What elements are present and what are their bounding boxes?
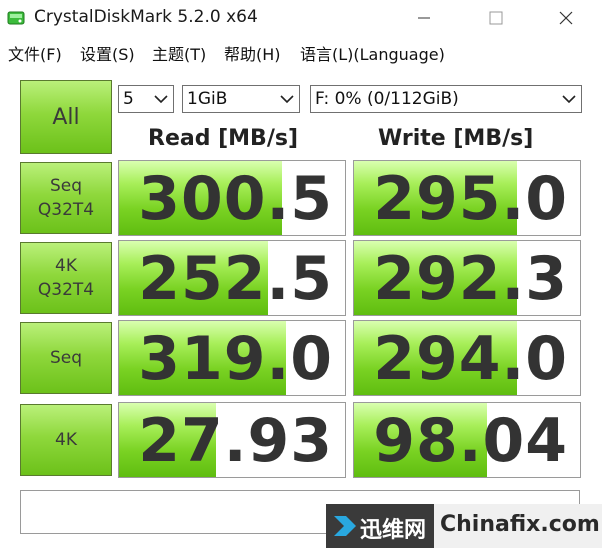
test-count-select[interactable]: 5: [118, 85, 174, 113]
write-column-header: Write [MB/s]: [378, 126, 534, 151]
row-label-line1: 4K: [55, 256, 77, 276]
watermark: 迅维网 Chinafix.com: [326, 504, 602, 548]
seq-read-cell: 319.0: [118, 320, 346, 396]
test-size-select[interactable]: 1GiB: [182, 85, 300, 113]
all-button-label: All: [52, 104, 80, 130]
all-button[interactable]: All: [20, 80, 112, 154]
chevron-down-icon: [154, 95, 168, 104]
row-label-line1: Seq: [49, 348, 83, 368]
app-disk-icon: [7, 11, 25, 25]
test-size-value: 1GiB: [187, 89, 228, 109]
menu-file[interactable]: 文件(F): [8, 41, 62, 65]
read-value: 27.93: [138, 406, 333, 476]
close-icon[interactable]: [556, 8, 576, 28]
window-title: CrystalDiskMark 5.2.0 x64: [34, 7, 258, 27]
row-label-line2: Q32T4: [37, 280, 95, 300]
4k-write-cell: 98.04: [353, 402, 581, 478]
menu-language[interactable]: 语言(L)(Language): [300, 41, 445, 65]
drive-value: F: 0% (0/112GiB): [315, 89, 459, 109]
seq-write-cell: 294.0: [353, 320, 581, 396]
maximize-icon[interactable]: [486, 8, 506, 28]
write-value: 98.04: [373, 406, 568, 476]
row-label-line1: Seq: [49, 176, 83, 196]
watermark-cn-text: 迅维网: [360, 518, 427, 543]
write-value: 292.3: [373, 244, 568, 314]
4k-q32t4-button[interactable]: 4K Q32T4: [20, 242, 112, 314]
4k-read-cell: 27.93: [118, 402, 346, 478]
4k-q32t4-write-cell: 292.3: [353, 240, 581, 316]
watermark-logo-block: 迅维网: [326, 504, 434, 548]
write-value: 294.0: [373, 324, 568, 394]
chevron-down-icon: [562, 95, 576, 104]
seq-q32t4-button[interactable]: Seq Q32T4: [20, 162, 112, 234]
menu-help[interactable]: 帮助(H): [224, 41, 281, 65]
chevron-down-icon: [280, 95, 294, 104]
4k-button[interactable]: 4K: [20, 404, 112, 476]
seq-button[interactable]: Seq: [20, 322, 112, 394]
row-label-line2: Q32T4: [37, 200, 95, 220]
title-bar: CrystalDiskMark 5.2.0 x64: [0, 0, 602, 36]
test-count-value: 5: [123, 89, 134, 109]
menu-theme[interactable]: 主题(T): [152, 41, 206, 65]
menu-bar: 文件(F) 设置(S) 主题(T) 帮助(H) 语言(L)(Language): [0, 38, 602, 66]
read-value: 300.5: [138, 164, 333, 234]
watermark-en-block: Chinafix.com: [434, 504, 602, 548]
arrow-logo-icon: [334, 516, 356, 536]
watermark-en-text: Chinafix.com: [440, 512, 600, 537]
write-value: 295.0: [373, 164, 568, 234]
crystaldiskmark-window: CrystalDiskMark 5.2.0 x64 文件(F) 设置(S) 主题…: [0, 0, 602, 548]
4k-q32t4-read-cell: 252.5: [118, 240, 346, 316]
seq-q32t4-read-cell: 300.5: [118, 160, 346, 236]
minimize-icon[interactable]: [414, 8, 434, 28]
seq-q32t4-write-cell: 295.0: [353, 160, 581, 236]
read-value: 252.5: [138, 244, 333, 314]
drive-select[interactable]: F: 0% (0/112GiB): [310, 85, 582, 113]
read-column-header: Read [MB/s]: [148, 126, 299, 151]
menu-settings[interactable]: 设置(S): [80, 41, 135, 65]
row-label-line1: 4K: [55, 430, 77, 450]
read-value: 319.0: [138, 324, 333, 394]
